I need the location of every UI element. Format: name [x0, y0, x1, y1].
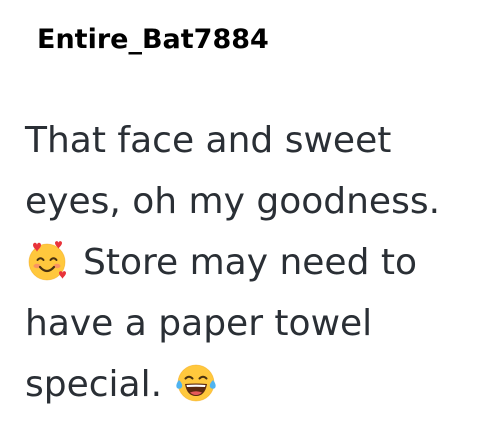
- comment-line-2: eyes, oh my goodness.: [25, 181, 441, 222]
- comment-line-3-text: Store may need to: [83, 242, 418, 283]
- smiling-face-with-hearts-icon: [25, 239, 69, 283]
- comment-body: That face and sweet eyes, oh my goodness…: [25, 110, 480, 415]
- comment-line-5: special.: [25, 354, 480, 415]
- comment-card: Entire_Bat7884 That face and sweet eyes,…: [0, 0, 489, 431]
- face-with-tears-of-joy-icon: [174, 361, 218, 405]
- comment-line-5-text: special.: [25, 364, 163, 405]
- comment-line-4: have a paper towel: [25, 303, 373, 344]
- comment-username[interactable]: Entire_Bat7884: [37, 20, 269, 60]
- comment-line-3: Store may need to: [25, 232, 480, 293]
- comment-line-1: That face and sweet: [25, 120, 392, 161]
